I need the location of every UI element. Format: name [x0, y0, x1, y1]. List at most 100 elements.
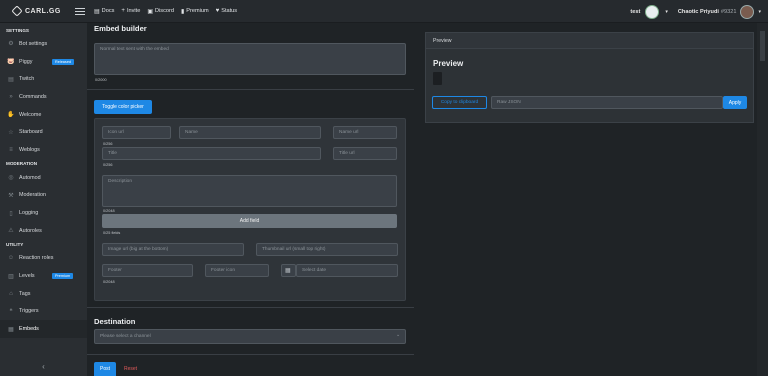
select-date-input[interactable]: Select date: [296, 264, 398, 277]
footer-input[interactable]: Footer: [102, 264, 193, 277]
username[interactable]: Chaotic Priyudi: [678, 9, 719, 15]
sidebar-item-embeds[interactable]: ▦ Embeds: [0, 320, 87, 338]
discord-icon: ▣: [147, 8, 153, 15]
sidebar-item-automod[interactable]: ◎ Automod: [0, 169, 87, 187]
sidebar-item-label: Twitch: [19, 76, 35, 83]
fields-counter: 0/25 fields: [103, 231, 121, 235]
description-textarea[interactable]: Description: [102, 175, 397, 207]
reaction-icon: ☺: [7, 255, 15, 262]
sidebar-item-levels[interactable]: ▥ Levels Premium: [0, 267, 87, 285]
server-dropdown-icon[interactable]: ▾: [665, 9, 668, 15]
sidebar-item-label: Weblogs: [19, 146, 40, 153]
menu-toggle-icon[interactable]: [75, 7, 85, 15]
user-area: test ▾ Chaotic Priyudi #9321 ▾: [630, 0, 768, 23]
divider: [87, 307, 414, 308]
title-url-input[interactable]: Title url: [333, 147, 397, 160]
apply-button[interactable]: Apply: [723, 96, 747, 109]
logo[interactable]: CARL.GG: [11, 5, 65, 17]
sidebar-item-label: Bot settings: [19, 40, 48, 47]
star-icon: ☆: [8, 129, 14, 136]
page-scrollbar[interactable]: [757, 23, 768, 376]
logo-text: CARL.GG: [25, 7, 61, 15]
footer-icon-input[interactable]: Footer icon: [205, 264, 269, 277]
preview-title: Preview: [433, 59, 464, 68]
sidebar-item-label: Reaction roles: [19, 255, 54, 262]
nav-discord-link[interactable]: ▣ Discord: [147, 8, 174, 15]
server-avatar[interactable]: [645, 4, 660, 19]
channel-select-placeholder: Please select a channel: [100, 334, 151, 339]
trigger-icon: ❝: [9, 308, 13, 315]
sidebar-item-welcome[interactable]: ✋ Welcome: [0, 106, 87, 124]
sidebar-item-logging[interactable]: ▯ Logging: [0, 204, 87, 222]
name-url-input[interactable]: Name url: [333, 126, 397, 139]
sidebar-item-label: Triggers: [19, 308, 39, 315]
hammer-icon: ⚒: [8, 192, 14, 199]
add-field-button[interactable]: Add field: [102, 214, 397, 228]
image-url-input[interactable]: Image url (big at the bottom): [102, 243, 244, 256]
sidebar-item-weblogs[interactable]: ≡ Weblogs: [0, 141, 87, 159]
sidebar-item-autoroles[interactable]: ⚠ Autoroles: [0, 222, 87, 240]
sidebar-item-piggy[interactable]: 🐷 Piggy Released: [0, 53, 87, 71]
post-button[interactable]: Post: [94, 362, 116, 376]
sidebar-item-moderation[interactable]: ⚒ Moderation: [0, 187, 87, 205]
icon-url-input[interactable]: Icon url: [102, 126, 171, 139]
sidebar-item-label: Logging: [19, 210, 39, 217]
plus-icon: +: [121, 8, 125, 14]
toggle-color-picker-button[interactable]: Toggle color picker: [94, 100, 152, 114]
sidebar-item-starboard[interactable]: ☆ Starboard: [0, 123, 87, 141]
logo-icon: [11, 5, 23, 17]
title-counter: 0/256: [103, 163, 113, 167]
raw-json-input[interactable]: Raw JSON: [491, 96, 723, 109]
sidebar-item-tags[interactable]: ⌂ Tags: [0, 285, 87, 303]
sidebar-item-label: Welcome: [19, 111, 42, 118]
status-badge: Premium: [52, 273, 74, 280]
title-input[interactable]: Title: [102, 147, 321, 160]
automod-icon: ◎: [8, 175, 14, 182]
footer-counter: 0/2048: [103, 280, 115, 284]
gear-icon: ⚙: [8, 41, 14, 48]
sidebar: SETTINGS ⚙ Bot settings 🐷 Piggy Released ▤ Twit…: [0, 23, 87, 376]
calendar-icon[interactable]: ▦: [281, 264, 296, 277]
sidebar-item-label: Tags: [19, 290, 31, 297]
nav-status-link[interactable]: ♥ Status: [216, 8, 237, 15]
status-badge: Released: [52, 58, 75, 65]
author-name-input[interactable]: Name: [179, 126, 321, 139]
content-textarea[interactable]: Normal text sent with the embed: [94, 43, 406, 75]
nav-invite-link[interactable]: + Invite: [121, 8, 140, 15]
sidebar-item-twitch[interactable]: ▤ Twitch: [0, 70, 87, 88]
sidebar-item-triggers[interactable]: ❝ Triggers: [0, 303, 87, 321]
heart-icon: ♥: [215, 8, 220, 14]
sidebar-item-reaction-roles[interactable]: ☺ Reaction roles: [0, 250, 87, 268]
name-counter: 0/256: [103, 142, 113, 146]
thumbnail-url-input[interactable]: Thumbnail url (small top right): [256, 243, 398, 256]
nav-docs-link[interactable]: ▤ Docs: [94, 8, 114, 15]
content-counter: 0/2000: [95, 78, 107, 82]
scrollbar-thumb[interactable]: [760, 31, 765, 61]
chevron-down-icon: ⌄: [395, 333, 400, 338]
roles-icon: ⚠: [8, 228, 14, 235]
top-nav-links: ▤ Docs + Invite ▣ Discord ▮ Premium ♥ Status: [94, 8, 237, 15]
divider: [87, 354, 414, 355]
channel-select[interactable]: Please select a channel ⌄: [94, 329, 406, 344]
user-avatar[interactable]: [740, 4, 755, 19]
sidebar-item-bot-settings[interactable]: ⚙ Bot settings: [0, 35, 87, 53]
server-name[interactable]: test: [630, 9, 640, 15]
sidebar-item-label: Automod: [19, 174, 41, 181]
sidebar-item-label: Levels: [19, 273, 35, 280]
sidebar-item-label: Autoroles: [19, 227, 42, 234]
log-icon: ≡: [9, 146, 13, 153]
copy-to-clipboard-button[interactable]: Copy to clipboard: [432, 96, 487, 109]
sidebar-section-title: MODERATION: [6, 161, 38, 167]
reset-button[interactable]: Reset: [124, 366, 137, 372]
preview-panel: Preview Preview Copy to clipboard Raw JS…: [425, 32, 754, 123]
user-dropdown-icon[interactable]: ▾: [758, 9, 761, 15]
chart-icon: ▥: [8, 273, 14, 280]
sidebar-section-title: SETTINGS: [6, 27, 29, 33]
sidebar-item-commands[interactable]: » Commands: [0, 88, 87, 106]
sidebar-collapse-button[interactable]: ‹: [0, 356, 87, 376]
embed-builder-title: Embed builder: [94, 24, 147, 33]
sidebar-item-label: Embeds: [19, 326, 39, 333]
file-icon: ▯: [9, 210, 13, 217]
nav-premium-link[interactable]: ▮ Premium: [181, 8, 209, 15]
sidebar-item-label: Starboard: [19, 129, 43, 136]
